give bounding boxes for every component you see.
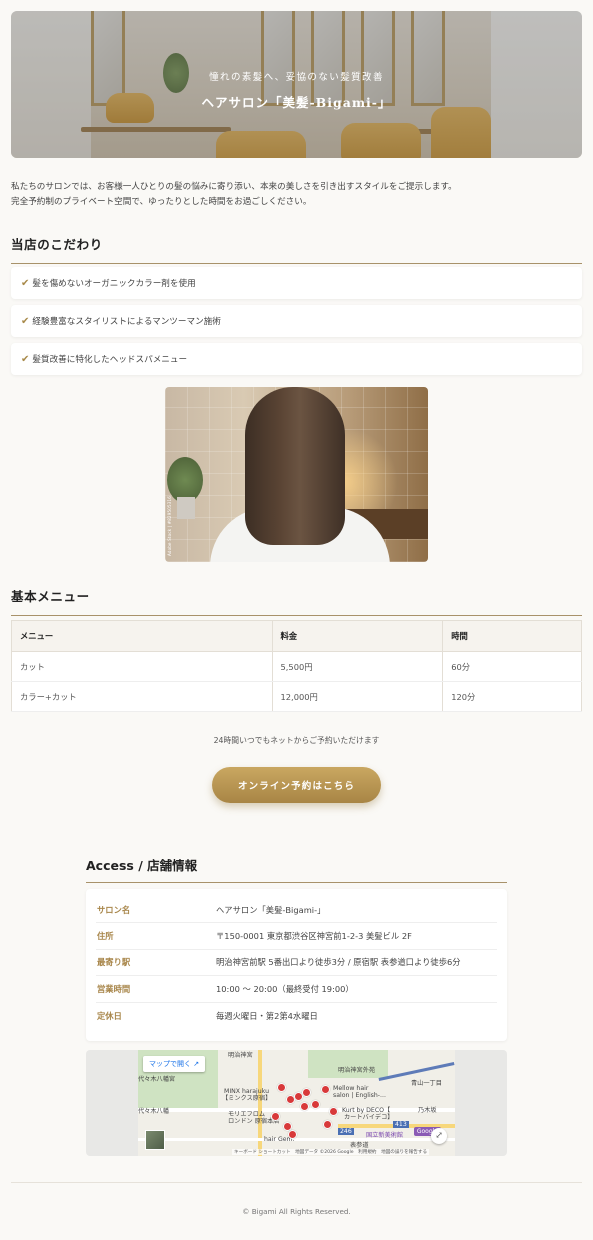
map-road <box>138 1108 455 1112</box>
map-pin[interactable] <box>323 1120 332 1129</box>
map-pin[interactable] <box>277 1083 286 1092</box>
footer-copyright: © Bigami All Rights Reserved. <box>242 1207 351 1216</box>
table-row: カット 5,500円 60分 <box>11 651 582 682</box>
access-title: Access / 店舗情報 <box>86 855 507 883</box>
map-pin[interactable] <box>271 1112 280 1121</box>
open-in-maps-label: マップで開く <box>149 1060 191 1068</box>
map-label: Mellow hair <box>333 1085 369 1092</box>
map-pin[interactable] <box>302 1088 311 1097</box>
external-link-icon: ↗ <box>193 1060 200 1068</box>
table-header: 料金 <box>272 620 444 652</box>
info-row: 定休日 毎週火曜日・第2第4水曜日 <box>96 1003 497 1029</box>
info-row: 住所 〒150-0001 東京都渋谷区神宮前1-2-3 美髪ビル 2F <box>96 923 497 950</box>
feature-text: 髪を傷めないオーガニックカラー剤を使用 <box>32 279 196 289</box>
page: 憧れの素髪へ、妥協のない髪質改善 ヘアサロン「美髪-Bigami-」 私たちのサ… <box>0 0 593 1240</box>
online-reservation-button[interactable]: オンライン予約はこちら <box>212 767 381 803</box>
photo-pot <box>177 497 195 519</box>
access-title-ja: 店舗情報 <box>147 858 198 873</box>
reserve-note: 24時間いつでもネットからご予約いただけます <box>213 736 380 745</box>
table-cell: 60分 <box>442 651 582 682</box>
map-pin[interactable] <box>311 1100 320 1109</box>
map-label: MINX harajuku <box>224 1088 270 1095</box>
map-road <box>138 1138 455 1141</box>
map-route-shield: 246 <box>338 1128 354 1135</box>
open-in-maps-button[interactable]: マップで開く ↗ <box>143 1056 206 1072</box>
hair-photo: Adobe Stock | #829505316 <box>165 387 428 562</box>
info-value: 〒150-0001 東京都渋谷区神宮前1-2-3 美髪ビル 2F <box>216 931 412 942</box>
footer-divider <box>11 1182 582 1183</box>
info-key: 最寄り駅 <box>97 957 131 968</box>
intro-line: 完全予約制のプライベート空間で、ゆったりとした時間をお過ごしください。 <box>11 197 312 207</box>
table-cell: 120分 <box>442 681 582 712</box>
menu-table: メニュー 料金 時間 カット 5,500円 60分 カラー+カット 12,000… <box>11 620 582 712</box>
menu-title: 基本メニュー <box>11 586 582 616</box>
info-row: 営業時間 10:00 〜 20:00（最終受付 19:00） <box>96 976 497 1003</box>
map-label: 代々木八幡 <box>138 1108 169 1115</box>
info-key: 住所 <box>97 931 114 942</box>
check-icon: ✔ <box>21 277 30 289</box>
map-satellite-thumbnail[interactable] <box>145 1130 165 1150</box>
table-header: 時間 <box>442 620 582 652</box>
table-header-row: メニュー 料金 時間 <box>11 620 582 652</box>
map-label: カートバイデコ】 <box>344 1114 394 1121</box>
fullscreen-icon[interactable]: ⤢ <box>431 1128 447 1144</box>
hero-banner: 憧れの素髪へ、妥協のない髪質改善 ヘアサロン「美髪-Bigami-」 <box>11 11 582 158</box>
info-key: 定休日 <box>97 1010 122 1021</box>
feature-item: ✔ 髪を傷めないオーガニックカラー剤を使用 <box>11 267 582 299</box>
photo-credit: Adobe Stock | #829505316 <box>167 496 172 556</box>
map-label: モリエフロム <box>228 1111 266 1118</box>
store-info-card: サロン名 ヘアサロン「美髪-Bigami-」 住所 〒150-0001 東京都渋… <box>86 889 507 1041</box>
table-header: メニュー <box>11 620 273 652</box>
check-icon: ✔ <box>21 353 30 365</box>
table-cell: 5,500円 <box>272 651 444 682</box>
intro-text: 私たちのサロンでは、お客様一人ひとりの髪の悩みに寄り添い、本来の美しさを引き出す… <box>11 180 582 210</box>
map-container: マップで開く ↗ 明治神宮 明治神宮外苑 代々木八幡宮 MINX harajuk… <box>86 1050 507 1156</box>
table-cell: 12,000円 <box>272 681 444 712</box>
feature-text: 髪質改善に特化したヘッドスパメニュー <box>32 355 188 365</box>
google-map[interactable]: マップで開く ↗ 明治神宮 明治神宮外苑 代々木八幡宮 MINX harajuk… <box>138 1050 455 1156</box>
map-rail <box>378 1062 455 1081</box>
table-cell: カット <box>11 651 273 682</box>
map-label: 国立新美術館 <box>366 1132 404 1139</box>
map-label: salon | English-... <box>333 1092 386 1099</box>
hero-texts: 憧れの素髪へ、妥協のない髪質改善 ヘアサロン「美髪-Bigami-」 <box>11 69 582 111</box>
map-label: 青山一丁目 <box>411 1080 442 1087</box>
map-label: Kurt by DECO【 <box>342 1107 391 1114</box>
map-legal-text: キーボード ショートカット 地図データ ©2026 Google 利用規約 地図… <box>232 1149 430 1155</box>
map-label: 代々木八幡宮 <box>138 1076 176 1083</box>
map-pin[interactable] <box>288 1130 297 1139</box>
map-label: 乃木坂 <box>418 1107 437 1114</box>
photo-hair <box>245 387 345 545</box>
info-key: サロン名 <box>97 904 131 915</box>
feature-item: ✔ 経験豊富なスタイリストによるマンツーマン施術 <box>11 305 582 337</box>
map-label: 表参道 <box>350 1142 369 1149</box>
feature-text: 経験豊富なスタイリストによるマンツーマン施術 <box>32 317 221 327</box>
info-value: ヘアサロン「美髪-Bigami-」 <box>216 904 326 915</box>
map-label: 明治神宮外苑 <box>338 1067 376 1074</box>
feature-item: ✔ 髪質改善に特化したヘッドスパメニュー <box>11 343 582 375</box>
map-pin[interactable] <box>321 1085 330 1094</box>
table-row: カラー+カット 12,000円 120分 <box>11 681 582 712</box>
map-label: 【ミンクス原宿】 <box>222 1095 272 1102</box>
access-title-sep: / <box>133 858 148 873</box>
hero-subtitle: 憧れの素髪へ、妥協のない髪質改善 <box>209 72 384 83</box>
hero-title: ヘアサロン「美髪-Bigami-」 <box>201 95 392 110</box>
map-pin[interactable] <box>329 1107 338 1116</box>
info-row: サロン名 ヘアサロン「美髪-Bigami-」 <box>96 897 497 924</box>
map-pin[interactable] <box>300 1102 309 1111</box>
map-route-shield: 413 <box>393 1121 409 1128</box>
intro-line: 私たちのサロンでは、お客様一人ひとりの髪の悩みに寄り添い、本来の美しさを引き出す… <box>11 182 457 192</box>
info-key: 営業時間 <box>97 983 131 994</box>
info-value: 毎週火曜日・第2第4水曜日 <box>216 1010 318 1021</box>
map-label: 明治神宮 <box>228 1052 253 1059</box>
info-row: 最寄り駅 明治神宮前駅 5番出口より徒歩3分 / 原宿駅 表参道口より徒歩6分 <box>96 950 497 977</box>
info-value: 10:00 〜 20:00（最終受付 19:00） <box>216 983 354 994</box>
table-cell: カラー+カット <box>11 681 273 712</box>
features-title: 当店のこだわり <box>11 234 582 264</box>
check-icon: ✔ <box>21 315 30 327</box>
info-value: 明治神宮前駅 5番出口より徒歩3分 / 原宿駅 表参道口より徒歩6分 <box>216 957 461 968</box>
access-title-en: Access <box>86 858 134 873</box>
